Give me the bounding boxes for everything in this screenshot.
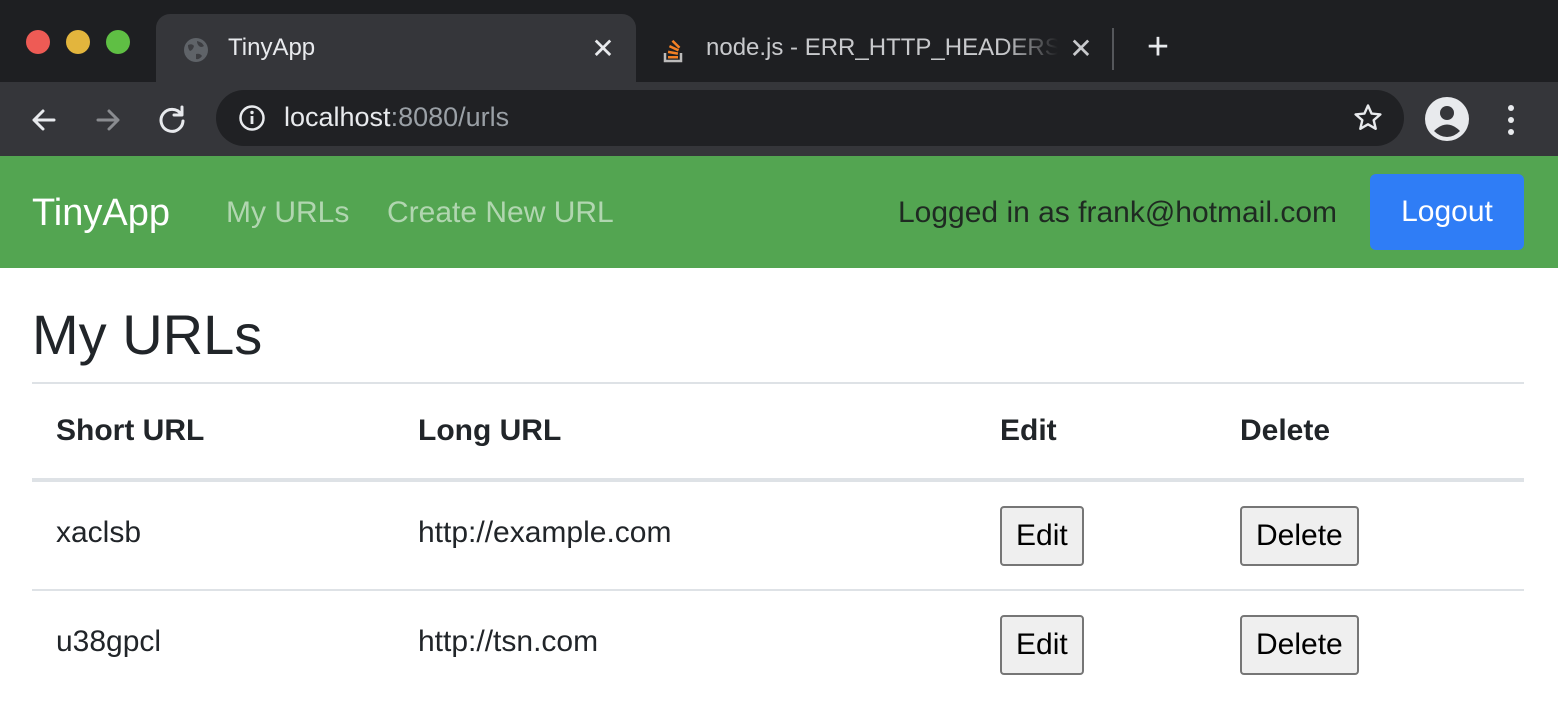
long-url-cell: http://tsn.com [418, 625, 599, 658]
maximize-window-button[interactable] [106, 30, 130, 54]
web-page: TinyApp My URLs Create New URL Logged in… [0, 156, 1558, 724]
back-arrow-icon[interactable] [24, 100, 64, 140]
delete-button[interactable]: Delete [1240, 615, 1359, 675]
minimize-window-button[interactable] [66, 30, 90, 54]
tab-title: node.js - ERR_HTTP_HEADERS_SENT [706, 34, 1058, 61]
column-header-delete: Delete [1216, 384, 1524, 482]
short-url-cell: u38gpcl [56, 625, 162, 658]
title-bar: TinyApp ✕ node.js - ERR_HTTP_HEADERS_SEN… [0, 0, 1558, 82]
edit-button[interactable]: Edit [1000, 615, 1084, 675]
forward-arrow-icon[interactable] [88, 100, 128, 140]
short-url-cell: xaclsb [32, 480, 394, 591]
profile-avatar-icon[interactable] [1424, 96, 1470, 142]
logged-in-status: Logged in as frank@hotmail.com [898, 196, 1338, 229]
table-row: xaclsb http://example.com Edit Delete [32, 480, 1524, 591]
tab-title: TinyApp [228, 34, 316, 61]
edit-button[interactable]: Edit [1000, 506, 1084, 566]
app-navbar: TinyApp My URLs Create New URL Logged in… [0, 156, 1558, 268]
table-row: u38gpcl http://tsn.com Edit Delete [32, 590, 1524, 700]
tab-separator [1112, 28, 1114, 70]
browser-toolbar: localhost:8080/urls [0, 82, 1558, 156]
globe-icon [184, 38, 208, 62]
info-icon[interactable] [238, 104, 266, 132]
long-url-cell: http://example.com [394, 480, 976, 591]
bookmark-star-icon[interactable] [1352, 102, 1384, 134]
url-host: localhost [284, 102, 391, 132]
close-tab-icon[interactable]: ✕ [1066, 34, 1096, 64]
browser-window: TinyApp ✕ node.js - ERR_HTTP_HEADERS_SEN… [0, 0, 1558, 724]
new-tab-button[interactable]: + [1138, 28, 1178, 68]
delete-cell: Delete [1216, 480, 1524, 591]
page-title: My URLs [32, 303, 263, 366]
urls-table: Short URL Long URL Edit Delete xaclsb ht… [32, 384, 1524, 700]
stackoverflow-icon [663, 39, 683, 63]
nav-link-my-urls[interactable]: My URLs [226, 196, 349, 230]
tab-stackoverflow[interactable]: node.js - ERR_HTTP_HEADERS_SENT ✕ [646, 14, 1106, 82]
nav-link-create-new-url[interactable]: Create New URL [387, 196, 614, 230]
more-menu-icon[interactable] [1496, 100, 1526, 140]
url-text[interactable]: localhost:8080/urls [284, 102, 509, 133]
edit-cell: Edit [976, 480, 1216, 591]
address-bar[interactable]: localhost:8080/urls [216, 90, 1404, 146]
edit-cell: Edit [976, 590, 1216, 700]
column-header-long-url: Long URL [394, 384, 976, 482]
url-path: :8080/urls [390, 102, 510, 132]
brand-link[interactable]: TinyApp [32, 192, 170, 235]
close-window-button[interactable] [26, 30, 50, 54]
tab-tinyapp[interactable]: TinyApp ✕ [156, 14, 636, 82]
reload-icon[interactable] [152, 100, 192, 140]
column-header-edit: Edit [976, 384, 1216, 482]
column-header-short-url: Short URL [32, 384, 394, 482]
logout-button[interactable]: Logout [1370, 174, 1524, 250]
close-tab-icon[interactable]: ✕ [588, 34, 618, 64]
delete-cell: Delete [1216, 590, 1524, 700]
delete-button[interactable]: Delete [1240, 506, 1359, 566]
table-header-row: Short URL Long URL Edit Delete [32, 384, 1524, 482]
